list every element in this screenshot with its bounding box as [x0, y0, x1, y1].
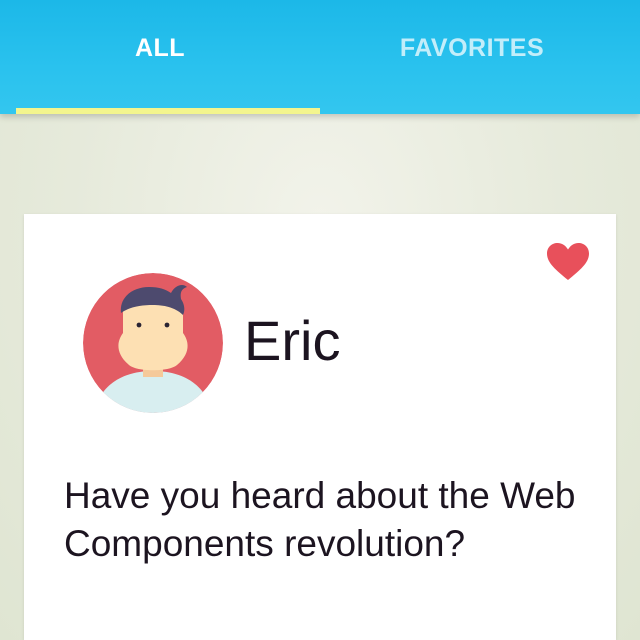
tab-favorites[interactable]: FAVORITES	[320, 0, 624, 114]
app-bar: ALL FAVORITES	[0, 0, 640, 114]
favorite-button[interactable]	[546, 242, 590, 282]
avatar-illustration	[83, 273, 223, 413]
tab-all[interactable]: ALL	[0, 0, 320, 114]
selected-tab-indicator	[16, 108, 320, 114]
avatar	[83, 273, 223, 413]
tab-favorites-label: FAVORITES	[399, 33, 545, 62]
message-card[interactable]: Eric Have you heard about the Web Compon…	[24, 214, 616, 640]
message-text: Have you heard about the Web Components …	[64, 475, 576, 564]
tab-all-label: ALL	[134, 33, 186, 62]
heart-icon	[547, 243, 589, 280]
author-name: Eric	[244, 309, 341, 372]
